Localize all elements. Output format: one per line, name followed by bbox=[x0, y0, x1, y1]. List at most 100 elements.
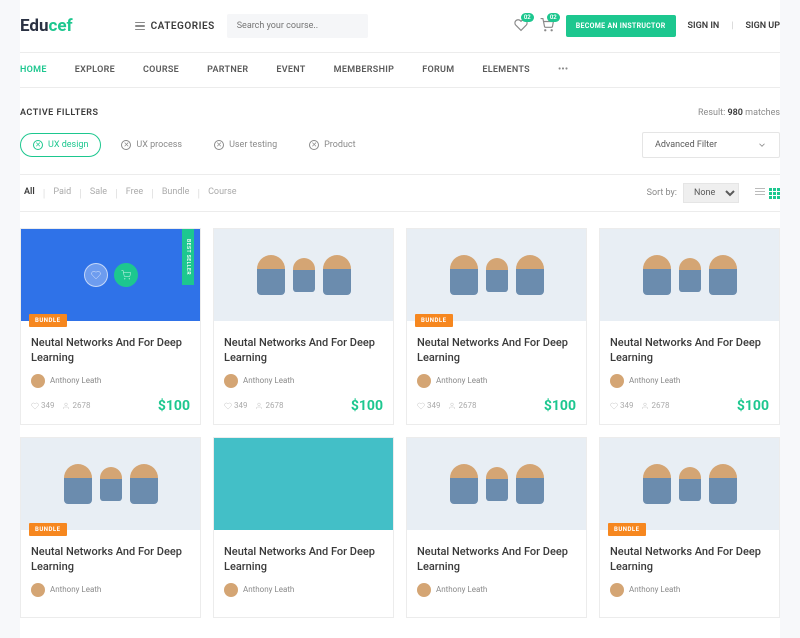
course-title: Neutal Networks And For Deep Learning bbox=[224, 335, 383, 366]
author-avatar bbox=[610, 583, 624, 597]
author-name: Anthony Leath bbox=[50, 585, 101, 594]
nav-more[interactable]: ••• bbox=[558, 65, 568, 75]
author-avatar bbox=[610, 374, 624, 388]
likes-count: 349 bbox=[610, 401, 634, 410]
author-name: Anthony Leath bbox=[629, 376, 680, 385]
sort-tab-all[interactable]: All bbox=[20, 187, 39, 200]
course-price: $100 bbox=[544, 398, 576, 414]
bundle-tag: BUNDLE bbox=[29, 523, 67, 536]
course-card[interactable]: BUNDLENeutal Networks And For Deep Learn… bbox=[20, 437, 201, 618]
author-avatar bbox=[224, 374, 238, 388]
author-avatar bbox=[31, 583, 45, 597]
results-count: Result: 980 matches bbox=[698, 108, 780, 118]
course-card[interactable]: Neutal Networks And For Deep Learning Ant… bbox=[406, 437, 587, 618]
course-card[interactable]: Neutal Networks And For Deep Learning Ant… bbox=[213, 228, 394, 425]
nav-course[interactable]: COURSE bbox=[143, 65, 179, 75]
course-title: Neutal Networks And For Deep Learning bbox=[417, 335, 576, 366]
author-name: Anthony Leath bbox=[50, 376, 101, 385]
author-name: Anthony Leath bbox=[436, 376, 487, 385]
course-title: Neutal Networks And For Deep Learning bbox=[31, 335, 190, 366]
students-count: 2678 bbox=[642, 401, 670, 410]
remove-chip-icon[interactable]: ✕ bbox=[309, 140, 319, 150]
author-name: Anthony Leath bbox=[243, 376, 294, 385]
categories-button[interactable]: CATEGORIES bbox=[135, 21, 215, 32]
course-title: Neutal Networks And For Deep Learning bbox=[224, 544, 383, 575]
course-image bbox=[214, 438, 393, 530]
course-image bbox=[407, 438, 586, 530]
cart-overlay-button[interactable] bbox=[114, 263, 138, 287]
sort-tab-sale[interactable]: Sale bbox=[86, 187, 111, 200]
grid-view-button[interactable] bbox=[769, 188, 780, 199]
nav-forum[interactable]: FORUM bbox=[422, 65, 454, 75]
filter-chip[interactable]: ✕UX design bbox=[20, 133, 101, 157]
wishlist-button[interactable]: 02 bbox=[514, 18, 528, 35]
author-avatar bbox=[417, 583, 431, 597]
become-instructor-button[interactable]: BECOME AN INSTRUCTOR bbox=[566, 15, 676, 37]
nav-explore[interactable]: EXPLORE bbox=[75, 65, 115, 75]
menu-icon bbox=[135, 22, 145, 31]
remove-chip-icon[interactable]: ✕ bbox=[121, 140, 131, 150]
remove-chip-icon[interactable]: ✕ bbox=[214, 140, 224, 150]
nav-membership[interactable]: MEMBERSHIP bbox=[334, 65, 395, 75]
course-image: BUNDLE bbox=[600, 438, 779, 530]
course-image bbox=[214, 229, 393, 321]
course-title: Neutal Networks And For Deep Learning bbox=[417, 544, 576, 575]
students-count: 2678 bbox=[256, 401, 284, 410]
sort-tab-free[interactable]: Free bbox=[122, 187, 147, 200]
course-card[interactable]: BUNDLE Neutal Networks And For Deep Learn… bbox=[406, 228, 587, 425]
logo[interactable]: Educef bbox=[20, 16, 73, 36]
bestseller-badge: BEST SELLER bbox=[182, 229, 194, 285]
author-avatar bbox=[224, 583, 238, 597]
filter-chip[interactable]: ✕UX process bbox=[109, 134, 194, 156]
main-nav: HOME EXPLORE COURSE PARTNER EVENT MEMBERSHIP F… bbox=[20, 52, 780, 88]
author-name: Anthony Leath bbox=[436, 585, 487, 594]
wishlist-badge: 02 bbox=[521, 13, 534, 22]
students-count: 2678 bbox=[63, 401, 91, 410]
sort-select[interactable]: None bbox=[683, 183, 739, 203]
nav-event[interactable]: EVENT bbox=[276, 65, 305, 75]
nav-elements[interactable]: ELEMENTS bbox=[482, 65, 530, 75]
author-name: Anthony Leath bbox=[629, 585, 680, 594]
course-card[interactable]: BUNDLE Neutal Networks And For Deep Learn… bbox=[599, 437, 780, 618]
filter-chip[interactable]: ✕Product bbox=[297, 134, 367, 156]
author-avatar bbox=[31, 374, 45, 388]
course-price: $100 bbox=[737, 398, 769, 414]
likes-count: 349 bbox=[31, 401, 55, 410]
course-image: BUNDLE bbox=[21, 438, 200, 530]
like-overlay-button[interactable] bbox=[84, 263, 108, 287]
course-price: $100 bbox=[351, 398, 383, 414]
likes-count: 349 bbox=[417, 401, 441, 410]
course-card[interactable]: Neutal Networks And For Deep Learning Ant… bbox=[213, 437, 394, 618]
cart-button[interactable]: 02 bbox=[540, 18, 554, 35]
course-image bbox=[600, 229, 779, 321]
course-card[interactable]: Neutal Networks And For Deep Learning Ant… bbox=[599, 228, 780, 425]
course-title: Neutal Networks And For Deep Learning bbox=[610, 335, 769, 366]
sort-by-label: Sort by: bbox=[647, 188, 677, 198]
filter-chip[interactable]: ✕User testing bbox=[202, 134, 289, 156]
sort-tab-paid[interactable]: Paid bbox=[49, 187, 75, 200]
author-avatar bbox=[417, 374, 431, 388]
course-image: BEST SELLERBUNDLE bbox=[21, 229, 200, 321]
signin-link[interactable]: SIGN IN bbox=[688, 21, 720, 31]
search-input[interactable] bbox=[227, 14, 369, 38]
course-title: Neutal Networks And For Deep Learning bbox=[610, 544, 769, 575]
likes-count: 349 bbox=[224, 401, 248, 410]
cart-badge: 02 bbox=[547, 13, 560, 22]
remove-chip-icon[interactable]: ✕ bbox=[33, 140, 43, 150]
nav-home[interactable]: HOME bbox=[20, 65, 47, 75]
active-filters-label: ACTIVE FILLTERS bbox=[20, 108, 99, 118]
students-count: 2678 bbox=[449, 401, 477, 410]
course-card[interactable]: BEST SELLERBUNDLENeutal Networks And For… bbox=[20, 228, 201, 425]
nav-partner[interactable]: PARTNER bbox=[207, 65, 248, 75]
course-image: BUNDLE bbox=[407, 229, 586, 321]
sort-tab-course[interactable]: Course bbox=[204, 187, 240, 200]
bundle-tag: BUNDLE bbox=[608, 523, 646, 536]
course-price: $100 bbox=[158, 398, 190, 414]
bundle-tag: BUNDLE bbox=[29, 314, 67, 327]
signup-link[interactable]: SIGN UP bbox=[745, 21, 780, 31]
author-name: Anthony Leath bbox=[243, 585, 294, 594]
bundle-tag: BUNDLE bbox=[415, 314, 453, 327]
sort-tab-bundle[interactable]: Bundle bbox=[158, 187, 194, 200]
advanced-filter-button[interactable]: Advanced Filter bbox=[642, 132, 780, 158]
list-view-button[interactable] bbox=[755, 188, 765, 199]
